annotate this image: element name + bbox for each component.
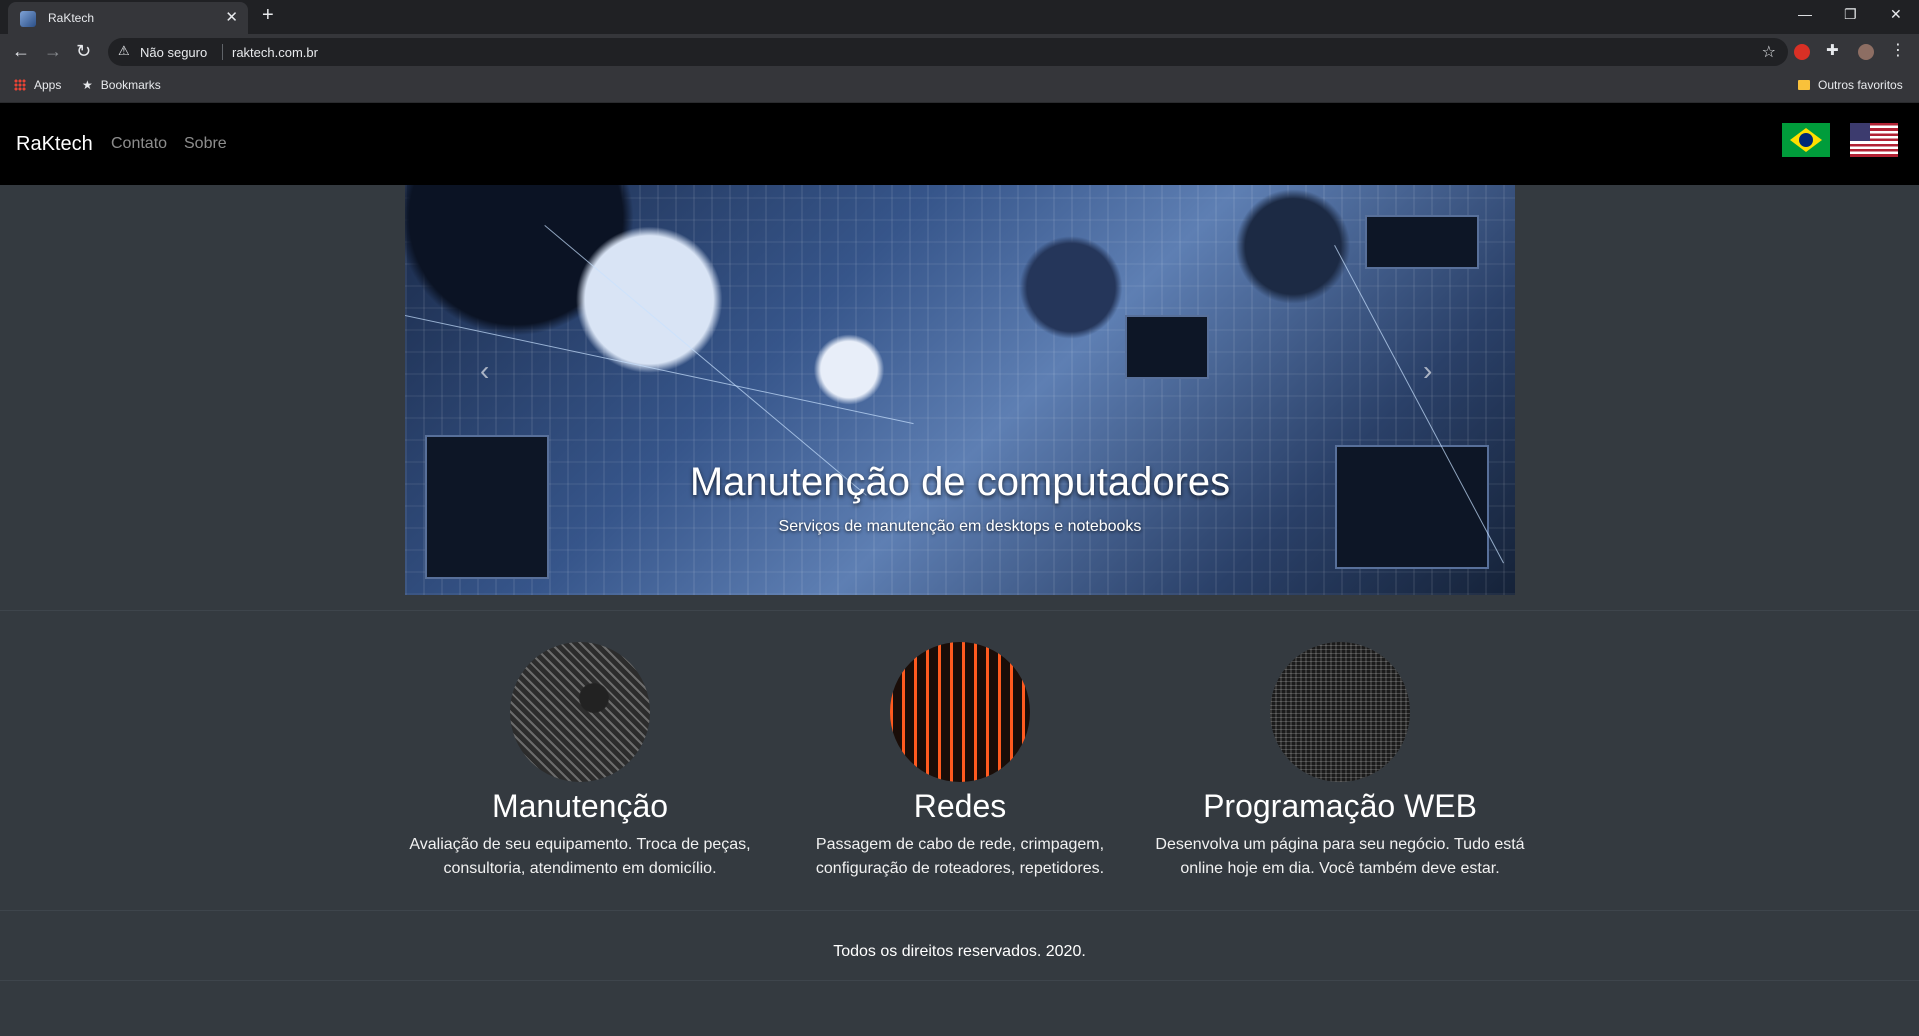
back-icon[interactable]: ←	[12, 41, 30, 62]
bookmark-star-icon[interactable]: ☆	[1762, 42, 1776, 62]
feature-description: Passagem de cabo de rede, crimpagem, con…	[815, 836, 1105, 877]
bookmark-other-label: Outros favoritos	[1818, 78, 1903, 92]
feature-title: Manutenção	[491, 788, 669, 824]
brazil-flag-icon[interactable]	[1782, 123, 1830, 157]
code-screen-image	[1270, 642, 1410, 782]
feature-redes: Redes Passagem de cabo de rede, crimpage…	[770, 642, 1150, 881]
bookmark-bookmarks[interactable]: ★ Bookmarks	[82, 78, 161, 92]
feature-manutencao: Manutenção Avaliação de seu equipamento.…	[390, 642, 770, 881]
restore-icon[interactable]: ❐	[1844, 6, 1857, 23]
profile-avatar[interactable]	[1858, 44, 1874, 60]
new-tab-icon[interactable]: +	[262, 4, 274, 27]
nav-link-sobre[interactable]: Sobre	[184, 135, 227, 153]
light-beam	[544, 225, 867, 496]
menu-kebab-icon[interactable]: ⋮	[1890, 40, 1906, 59]
circuit-chip	[1125, 315, 1209, 379]
carousel-caption-subtitle: Serviços de manutenção em desktops e not…	[778, 518, 1142, 535]
site-favicon-icon	[20, 11, 36, 27]
security-label[interactable]: Não seguro	[140, 45, 207, 60]
browser-toolbar: ← → ↻ ⚠ Não seguro raktech.com.br ☆ ✚ ⋮	[0, 34, 1919, 70]
section-divider	[0, 610, 1919, 611]
footer-text: Todos os direitos reservados. 2020.	[833, 943, 1086, 960]
nav-link-contato[interactable]: Contato	[111, 135, 167, 153]
site-navbar: RaKtech Contato Sobre	[0, 103, 1919, 185]
circuit-chip	[425, 435, 549, 579]
section-divider	[0, 980, 1919, 981]
close-window-icon[interactable]: ✕	[1890, 6, 1902, 23]
tab-title: RaKtech	[48, 11, 95, 25]
section-divider	[0, 910, 1919, 911]
browser-tabbar: RaKtech ✕ + — ❐ ✕	[0, 0, 1919, 34]
address-bar[interactable]: ⚠ Não seguro raktech.com.br ☆	[108, 38, 1788, 66]
carousel-caption-title: Manutenção de computadores	[689, 460, 1231, 504]
feature-description: Desenvolva um página para seu negócio. T…	[1155, 836, 1525, 877]
bookmark-other-folder[interactable]: Outros favoritos	[1798, 78, 1903, 92]
close-tab-icon[interactable]: ✕	[225, 8, 238, 26]
site-brand[interactable]: RaKtech	[16, 133, 93, 156]
star-icon: ★	[82, 78, 93, 92]
feature-title: Programação WEB	[1203, 788, 1477, 824]
bookmark-apps-label: Apps	[34, 78, 62, 92]
feature-programacao-web: Programação WEB Desenvolva um página par…	[1150, 642, 1530, 881]
carousel-prev-icon[interactable]: ‹	[480, 355, 489, 387]
url-text[interactable]: raktech.com.br	[232, 45, 318, 60]
minimize-icon[interactable]: —	[1798, 6, 1812, 22]
bookmark-apps[interactable]: Apps	[14, 78, 61, 92]
reload-icon[interactable]: ↻	[76, 41, 91, 62]
circuit-chip	[1365, 215, 1479, 269]
network-cables-image	[890, 642, 1030, 782]
bookmarks-bar: Apps ★ Bookmarks Outros favoritos	[0, 70, 1919, 103]
feature-title: Redes	[913, 788, 1007, 824]
bookmark-bookmarks-label: Bookmarks	[100, 78, 161, 92]
warning-icon[interactable]: ⚠	[118, 43, 130, 59]
address-separator	[222, 44, 223, 60]
circuit-board-image	[510, 642, 650, 782]
flag-globe	[1799, 133, 1813, 147]
extensions-puzzle-icon[interactable]: ✚	[1826, 41, 1842, 59]
folder-icon	[1798, 80, 1810, 90]
forward-icon[interactable]: →	[44, 41, 62, 62]
feature-description: Avaliação de seu equipamento. Troca de p…	[409, 836, 751, 877]
usa-flag-icon[interactable]	[1850, 123, 1898, 157]
extension-icon[interactable]	[1794, 44, 1810, 60]
flag-canton	[1850, 123, 1870, 141]
carousel-next-icon[interactable]: ›	[1423, 355, 1432, 387]
browser-tab[interactable]: RaKtech ✕	[8, 2, 248, 34]
hero-carousel: ‹ › Manutenção de computadores Serviços …	[405, 185, 1515, 595]
apps-grid-icon	[14, 79, 26, 91]
